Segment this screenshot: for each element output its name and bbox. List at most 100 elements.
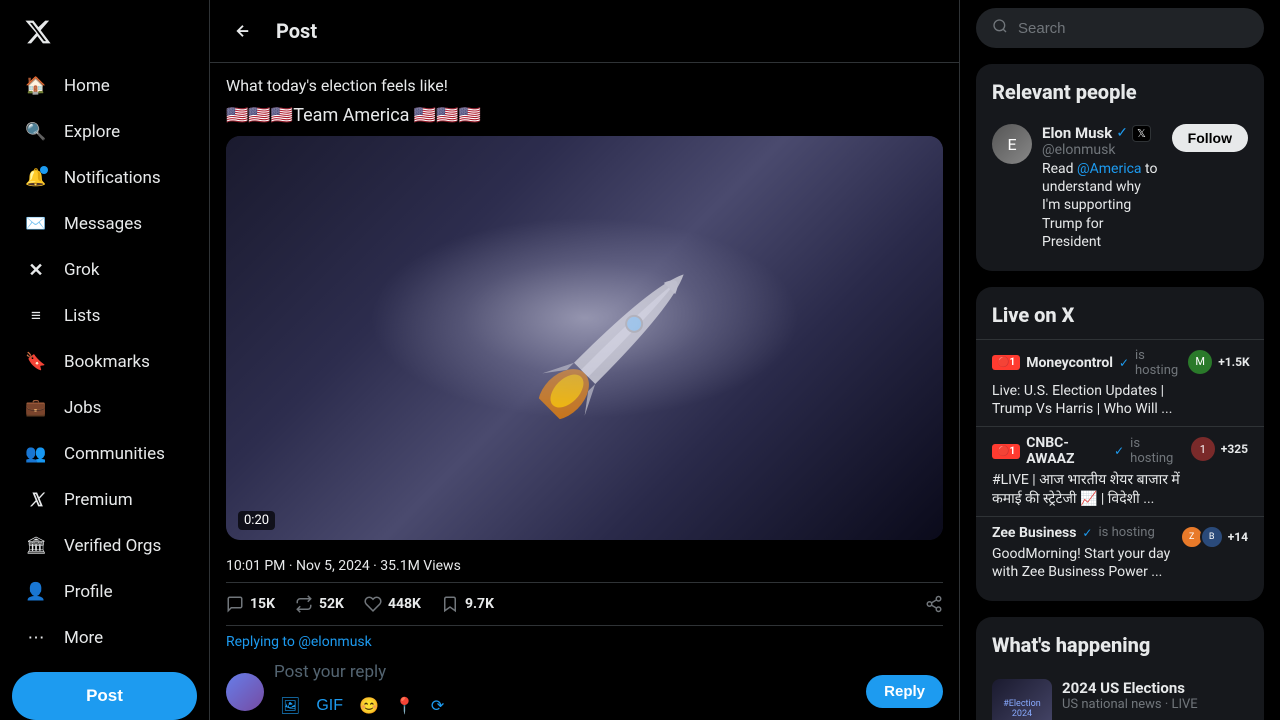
follow-button[interactable]: Follow (1172, 124, 1248, 152)
live-hosting-label: is hosting (1098, 525, 1154, 540)
likes-stat[interactable]: 448K (364, 595, 421, 613)
live-count: +1.5K (1218, 355, 1249, 369)
sidebar-item-more[interactable]: ⋯ More (12, 616, 197, 660)
reply-tools: 🖼 GIF 😊 📍 ⟳ (274, 690, 856, 720)
image-tool[interactable]: 🖼 (274, 690, 306, 720)
live-avatar: 1 (1189, 435, 1217, 463)
live-avatar: B (1200, 525, 1224, 549)
x-logo[interactable] (12, 8, 197, 60)
sidebar-item-bookmarks[interactable]: 🔖 Bookmarks (12, 340, 197, 384)
gif-tool[interactable]: GIF (310, 691, 349, 720)
bookmarks-stat[interactable]: 9.7K (441, 595, 494, 613)
reply-submit-button[interactable]: Reply (866, 675, 943, 708)
election-image: #Election2024 (992, 679, 1052, 720)
live-host: CNBC-AWAAZ (1026, 435, 1108, 467)
back-button[interactable] (226, 14, 260, 48)
emoji-tool[interactable]: 😊 (353, 690, 385, 720)
elon-handle: @elonmusk (1042, 142, 1162, 158)
verified-icon: ✓ (1114, 444, 1124, 458)
live-item-header: Zee Business ✓ is hosting (992, 525, 1172, 541)
sidebar-item-label: Communities (64, 444, 165, 464)
jobs-icon: 💼 (24, 396, 48, 420)
post-button[interactable]: Post (12, 672, 197, 720)
sidebar-item-profile[interactable]: 👤 Profile (12, 570, 197, 614)
live-item[interactable]: Zee Business ✓ is hosting GoodMorning! S… (976, 516, 1264, 589)
whats-happening-section: What's happening #Election2024 2024 US E… (976, 617, 1264, 720)
sidebar-item-grok[interactable]: ✕ Grok (12, 248, 197, 292)
sidebar-item-label: Bookmarks (64, 352, 150, 372)
elon-avatar: E (992, 124, 1032, 164)
search-bar[interactable] (976, 8, 1264, 48)
election-info: 2024 US Elections US national news · LIV… (1062, 679, 1248, 712)
sidebar-item-label: Grok (64, 260, 100, 280)
reply-placeholder[interactable]: Post your reply (274, 662, 856, 682)
profile-icon: 👤 (24, 580, 48, 604)
nav-menu: 🏠 Home 🔍 Explore 🔔 Notifications ✉️ Mess… (12, 64, 197, 660)
comments-count: 15K (250, 596, 275, 612)
elon-bio: Read @America to understand why I'm supp… (1042, 160, 1162, 251)
page-title: Post (276, 19, 317, 43)
sidebar-item-explore[interactable]: 🔍 Explore (12, 110, 197, 154)
sidebar-item-jobs[interactable]: 💼 Jobs (12, 386, 197, 430)
sidebar-item-notifications[interactable]: 🔔 Notifications (12, 156, 197, 200)
retweets-count: 52K (319, 596, 344, 612)
share-stat[interactable] (925, 595, 943, 613)
messages-icon: ✉️ (24, 212, 48, 236)
election-title: 2024 US Elections (1062, 679, 1248, 697)
elon-name-row: Elon Musk ✓ 𝕏 (1042, 124, 1162, 142)
premium-icon: 𝕏 (24, 488, 48, 512)
sidebar-item-label: Profile (64, 582, 113, 602)
likes-count: 448K (388, 596, 421, 612)
relevant-people-section: Relevant people E Elon Musk ✓ 𝕏 @elonmus… (976, 64, 1264, 271)
bio-mention[interactable]: @America (1077, 161, 1142, 177)
x-badge: 𝕏 (1132, 125, 1151, 142)
sidebar-item-messages[interactable]: ✉️ Messages (12, 202, 197, 246)
whats-happening-title: What's happening (976, 629, 1264, 669)
post-video[interactable]: 0:20 (226, 136, 943, 539)
sidebar-item-label: Notifications (64, 168, 161, 188)
search-icon (992, 18, 1008, 38)
live-item[interactable]: 🔴1 Moneycontrol ✓ is hosting Live: U.S. … (976, 339, 1264, 426)
relevant-person: E Elon Musk ✓ 𝕏 @elonmusk Read @America … (976, 116, 1264, 259)
more-icon: ⋯ (24, 626, 48, 650)
grok-icon: ✕ (24, 258, 48, 282)
replying-to: Replying to @elonmusk (210, 626, 959, 650)
sidebar-item-home[interactable]: 🏠 Home (12, 64, 197, 108)
post-body: What today's election feels like! 🇺🇸🇺🇸🇺🇸… (210, 63, 959, 626)
sidebar-item-communities[interactable]: 👥 Communities (12, 432, 197, 476)
elon-name: Elon Musk (1042, 124, 1112, 142)
lists-icon: ≡ (24, 304, 48, 328)
sidebar-item-label: Explore (64, 122, 120, 142)
retweets-stat[interactable]: 52K (295, 595, 344, 613)
live-item-title: Live: U.S. Election Updates | Trump Vs H… (992, 382, 1178, 418)
sidebar-item-premium[interactable]: 𝕏 Premium (12, 478, 197, 522)
sidebar-item-label: Jobs (64, 398, 101, 418)
live-avatar-group: 1 +325 (1189, 435, 1248, 463)
sidebar-item-verified-orgs[interactable]: 🏛 Verified Orgs (12, 524, 197, 568)
sidebar-item-label: Lists (64, 306, 100, 326)
relevant-people-title: Relevant people (976, 76, 1264, 116)
live-item[interactable]: 🔴1 CNBC-AWAAZ ✓ is hosting #LIVE | आज भा… (976, 426, 1264, 515)
home-icon: 🏠 (24, 74, 48, 98)
search-input[interactable] (1018, 20, 1248, 37)
election-sub: US national news · LIVE (1062, 697, 1248, 712)
video-timestamp: 0:20 (238, 511, 275, 530)
replying-to-handle[interactable]: @elonmusk (298, 634, 371, 650)
live-item-header: 🔴1 CNBC-AWAAZ ✓ is hosting (992, 435, 1181, 467)
sidebar-item-label: More (64, 628, 103, 648)
explore-icon: 🔍 (24, 120, 48, 144)
sidebar-item-label: Premium (64, 490, 133, 510)
election-item[interactable]: #Election2024 2024 US Elections US natio… (976, 669, 1264, 720)
sidebar-item-lists[interactable]: ≡ Lists (12, 294, 197, 338)
bookmarks-icon: 🔖 (24, 350, 48, 374)
location-tool[interactable]: 📍 (389, 690, 421, 720)
live-avatar-group: Z B +14 (1180, 525, 1248, 549)
verified-icon: ✓ (1119, 356, 1129, 370)
comments-stat[interactable]: 15K (226, 595, 275, 613)
elon-info: Elon Musk ✓ 𝕏 @elonmusk Read @America to… (1042, 124, 1162, 251)
live-avatar-group: M +1.5K (1186, 348, 1249, 376)
tweet-text: What today's election feels like! (226, 75, 943, 97)
reply-input-area: Post your reply 🖼 GIF 😊 📍 ⟳ (274, 662, 856, 720)
views-label: Views (420, 558, 461, 574)
sidebar-item-label: Home (64, 76, 110, 96)
